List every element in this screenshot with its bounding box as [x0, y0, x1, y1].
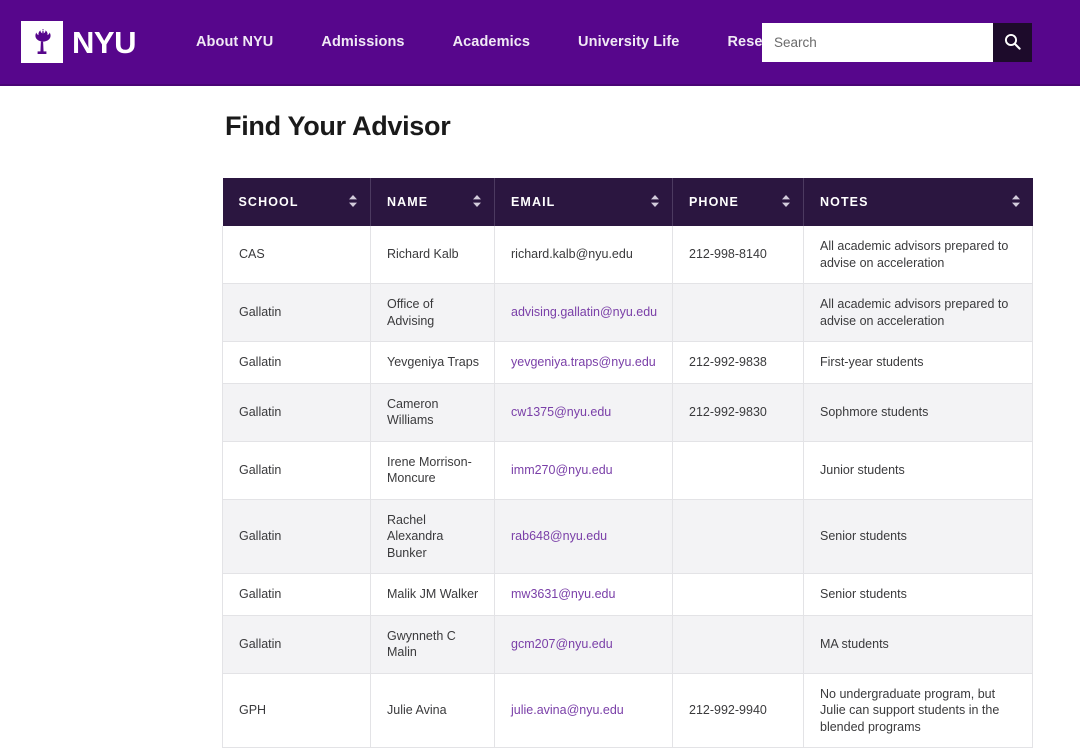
cell-email[interactable]: julie.avina@nyu.edu: [494, 673, 673, 748]
cell-phone: 212-992-9838: [672, 341, 804, 384]
cell-school: Gallatin: [222, 441, 371, 500]
advisor-table: SCHOOL NAME EMAIL PHONE NOTES CAS Richar…: [222, 178, 1033, 748]
cell-email[interactable]: mw3631@nyu.edu: [494, 573, 673, 616]
email-link[interactable]: cw1375@nyu.edu: [511, 405, 611, 419]
email-link[interactable]: imm270@nyu.edu: [511, 463, 613, 477]
cell-phone: [672, 499, 804, 574]
email-link[interactable]: gcm207@nyu.edu: [511, 637, 613, 651]
table-row: Gallatin Cameron Williams cw1375@nyu.edu 21…: [222, 383, 1033, 442]
cell-phone: 212-998-8140: [672, 226, 804, 284]
cell-name: Richard Kalb: [370, 226, 495, 284]
cell-name: Julie Avina: [370, 673, 495, 748]
cell-school: Gallatin: [222, 383, 371, 442]
cell-name: Malik JM Walker: [370, 573, 495, 616]
sort-updown-icon[interactable]: [781, 194, 791, 211]
cell-name: Gwynneth C Malin: [370, 615, 495, 674]
cell-phone: [672, 615, 804, 674]
nav-item-about-nyu[interactable]: About NYU: [172, 34, 297, 50]
cell-school: Gallatin: [222, 615, 371, 674]
cell-name: Cameron Williams: [370, 383, 495, 442]
column-header-notes-label: NOTES: [820, 195, 869, 209]
cell-notes: All academic advisors prepared to advise…: [803, 283, 1033, 342]
column-header-email-label: EMAIL: [511, 195, 556, 209]
cell-school: Gallatin: [222, 341, 371, 384]
cell-notes: Senior students: [803, 573, 1033, 616]
sort-updown-icon[interactable]: [650, 194, 660, 211]
cell-email[interactable]: imm270@nyu.edu: [494, 441, 673, 500]
cell-name: Yevgeniya Traps: [370, 341, 495, 384]
table-row: Gallatin Malik JM Walker mw3631@nyu.edu Sen…: [222, 573, 1033, 616]
brand-name: NYU: [72, 24, 136, 60]
email-link[interactable]: yevgeniya.traps@nyu.edu: [511, 355, 656, 369]
sort-updown-icon[interactable]: [348, 194, 358, 211]
nav-item-university-life[interactable]: University Life: [554, 34, 703, 50]
cell-phone: [672, 283, 804, 342]
cell-email[interactable]: rab648@nyu.edu: [494, 499, 673, 574]
cell-school: Gallatin: [222, 573, 371, 616]
search-icon: [1004, 33, 1021, 53]
main-nav: About NYU Admissions Academics Universit…: [172, 34, 818, 50]
table-row: GPH Julie Avina julie.avina@nyu.edu 212-992…: [222, 673, 1033, 748]
cell-school: CAS: [222, 226, 371, 284]
search-button[interactable]: [993, 23, 1032, 62]
cell-email[interactable]: gcm207@nyu.edu: [494, 615, 673, 674]
cell-notes: Sophmore students: [803, 383, 1033, 442]
column-header-email[interactable]: EMAIL: [494, 178, 673, 226]
table-row: Gallatin Irene Morrison-Moncure imm270@nyu…: [222, 441, 1033, 500]
cell-notes: First-year students: [803, 341, 1033, 384]
nyu-logo[interactable]: NYU: [21, 21, 136, 63]
email-link[interactable]: julie.avina@nyu.edu: [511, 703, 624, 717]
email-text: richard.kalb@nyu.edu: [511, 247, 633, 262]
cell-notes: All academic advisors prepared to advise…: [803, 226, 1033, 284]
sort-updown-icon[interactable]: [472, 194, 482, 211]
cell-name: Rachel Alexandra Bunker: [370, 499, 495, 574]
cell-school: Gallatin: [222, 499, 371, 574]
column-header-school-label: SCHOOL: [238, 195, 299, 209]
search-input[interactable]: [762, 23, 993, 62]
search-form: [762, 23, 1032, 62]
cell-notes: No undergraduate program, but Julie can …: [803, 673, 1033, 748]
column-header-phone[interactable]: PHONE: [672, 178, 804, 226]
column-header-name-label: NAME: [387, 195, 429, 209]
email-link[interactable]: mw3631@nyu.edu: [511, 587, 615, 601]
column-header-school[interactable]: SCHOOL: [222, 178, 371, 226]
table-row: Gallatin Rachel Alexandra Bunker rab648@ny…: [222, 499, 1033, 574]
table-row: Gallatin Office of Advising advising.galla…: [222, 283, 1033, 342]
cell-phone: [672, 441, 804, 500]
cell-school: Gallatin: [222, 283, 371, 342]
advisor-table-container: SCHOOL NAME EMAIL PHONE NOTES CAS Richar…: [222, 178, 1033, 748]
cell-phone: [672, 573, 804, 616]
table-row: CAS Richard Kalb richard.kalb@nyu.edu 212-9…: [222, 226, 1033, 284]
table-row: Gallatin Gwynneth C Malin gcm207@nyu.edu MA…: [222, 615, 1033, 674]
table-row: Gallatin Yevgeniya Traps yevgeniya.traps@n…: [222, 341, 1033, 384]
column-header-notes[interactable]: NOTES: [803, 178, 1033, 226]
table-header: SCHOOL NAME EMAIL PHONE NOTES: [222, 178, 1033, 226]
cell-name: Office of Advising: [370, 283, 495, 342]
cell-email[interactable]: advising.gallatin@nyu.edu: [494, 283, 673, 342]
column-header-phone-label: PHONE: [689, 195, 739, 209]
cell-phone: 212-992-9830: [672, 383, 804, 442]
cell-phone: 212-992-9940: [672, 673, 804, 748]
email-link[interactable]: rab648@nyu.edu: [511, 529, 607, 543]
cell-school: GPH: [222, 673, 371, 748]
email-link[interactable]: advising.gallatin@nyu.edu: [511, 305, 657, 319]
cell-name: Irene Morrison-Moncure: [370, 441, 495, 500]
table-header-row: SCHOOL NAME EMAIL PHONE NOTES: [222, 178, 1033, 226]
page-title: Find Your Advisor: [225, 111, 451, 141]
cell-email[interactable]: yevgeniya.traps@nyu.edu: [494, 341, 673, 384]
column-header-name[interactable]: NAME: [370, 178, 495, 226]
nyu-torch-icon: [21, 21, 63, 63]
sort-updown-icon[interactable]: [1011, 194, 1021, 211]
table-body: CAS Richard Kalb richard.kalb@nyu.edu 212-9…: [222, 226, 1033, 748]
site-header: NYU About NYU Admissions Academics Unive…: [0, 0, 1080, 86]
nav-item-academics[interactable]: Academics: [429, 34, 554, 50]
cell-notes: Senior students: [803, 499, 1033, 574]
cell-notes: MA students: [803, 615, 1033, 674]
cell-notes: Junior students: [803, 441, 1033, 500]
nav-item-admissions[interactable]: Admissions: [297, 34, 428, 50]
cell-email: richard.kalb@nyu.edu: [494, 226, 673, 284]
cell-email[interactable]: cw1375@nyu.edu: [494, 383, 673, 442]
